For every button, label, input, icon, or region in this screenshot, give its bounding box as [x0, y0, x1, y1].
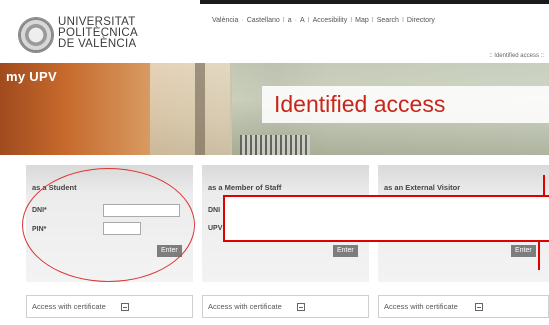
- nav-search[interactable]: Search: [377, 17, 399, 24]
- annotation-line-top: [543, 175, 545, 197]
- nav-font-large[interactable]: A: [300, 17, 305, 24]
- certificate-window-icon: [121, 303, 129, 311]
- nav-valencia[interactable]: València: [212, 17, 238, 24]
- certificate-label: Access with certificate: [32, 302, 106, 311]
- staff-upv-label: UPV: [208, 225, 223, 232]
- university-name[interactable]: UNIVERSITAT POLITÈCNICA DE VALÈNCIA: [58, 16, 138, 50]
- certificate-window-icon: [475, 303, 483, 311]
- staff-enter-button[interactable]: Enter: [333, 245, 358, 257]
- staff-certificate-access[interactable]: Access with certificate: [202, 295, 369, 318]
- banner-pillar: [195, 63, 205, 155]
- top-navigation: València · Castellano Ia · A I Accesibility I Map…: [212, 17, 435, 24]
- external-enter-button[interactable]: Enter: [511, 245, 536, 257]
- top-bar: [200, 0, 549, 4]
- nav-accessibility[interactable]: Accesibility: [313, 17, 348, 24]
- certificate-label: Access with certificate: [384, 302, 458, 311]
- certificate-label: Access with certificate: [208, 302, 282, 311]
- certificate-window-icon: [297, 303, 305, 311]
- breadcrumb: :: Identified access ::: [489, 53, 544, 59]
- staff-heading: as a Member of Staff: [208, 183, 282, 192]
- banner: my UPV Identified access: [0, 63, 549, 155]
- university-line-3: DE VALÈNCIA: [58, 38, 137, 50]
- staff-dni-label: DNI: [208, 207, 221, 214]
- banner-wall: [150, 63, 230, 155]
- nav-castellano[interactable]: Castellano: [247, 17, 280, 24]
- redaction-box: [223, 195, 549, 242]
- nav-map[interactable]: Map: [355, 17, 369, 24]
- nav-font-small[interactable]: a: [288, 17, 292, 24]
- banner-stripes: [240, 135, 310, 155]
- page-title-box: Identified access: [262, 86, 549, 123]
- highlight-ellipse: [22, 168, 195, 282]
- external-heading: as an External Visitor: [384, 183, 461, 192]
- university-seal-icon[interactable]: [18, 17, 54, 53]
- annotation-line-bottom: [538, 240, 540, 270]
- section-title[interactable]: my UPV: [6, 69, 57, 84]
- external-certificate-access[interactable]: Access with certificate: [378, 295, 549, 318]
- student-certificate-access[interactable]: Access with certificate: [26, 295, 193, 318]
- nav-directory[interactable]: Directory: [407, 17, 435, 24]
- page-title: Identified access: [274, 91, 446, 117]
- breadcrumb-current: Identified access: [494, 53, 539, 59]
